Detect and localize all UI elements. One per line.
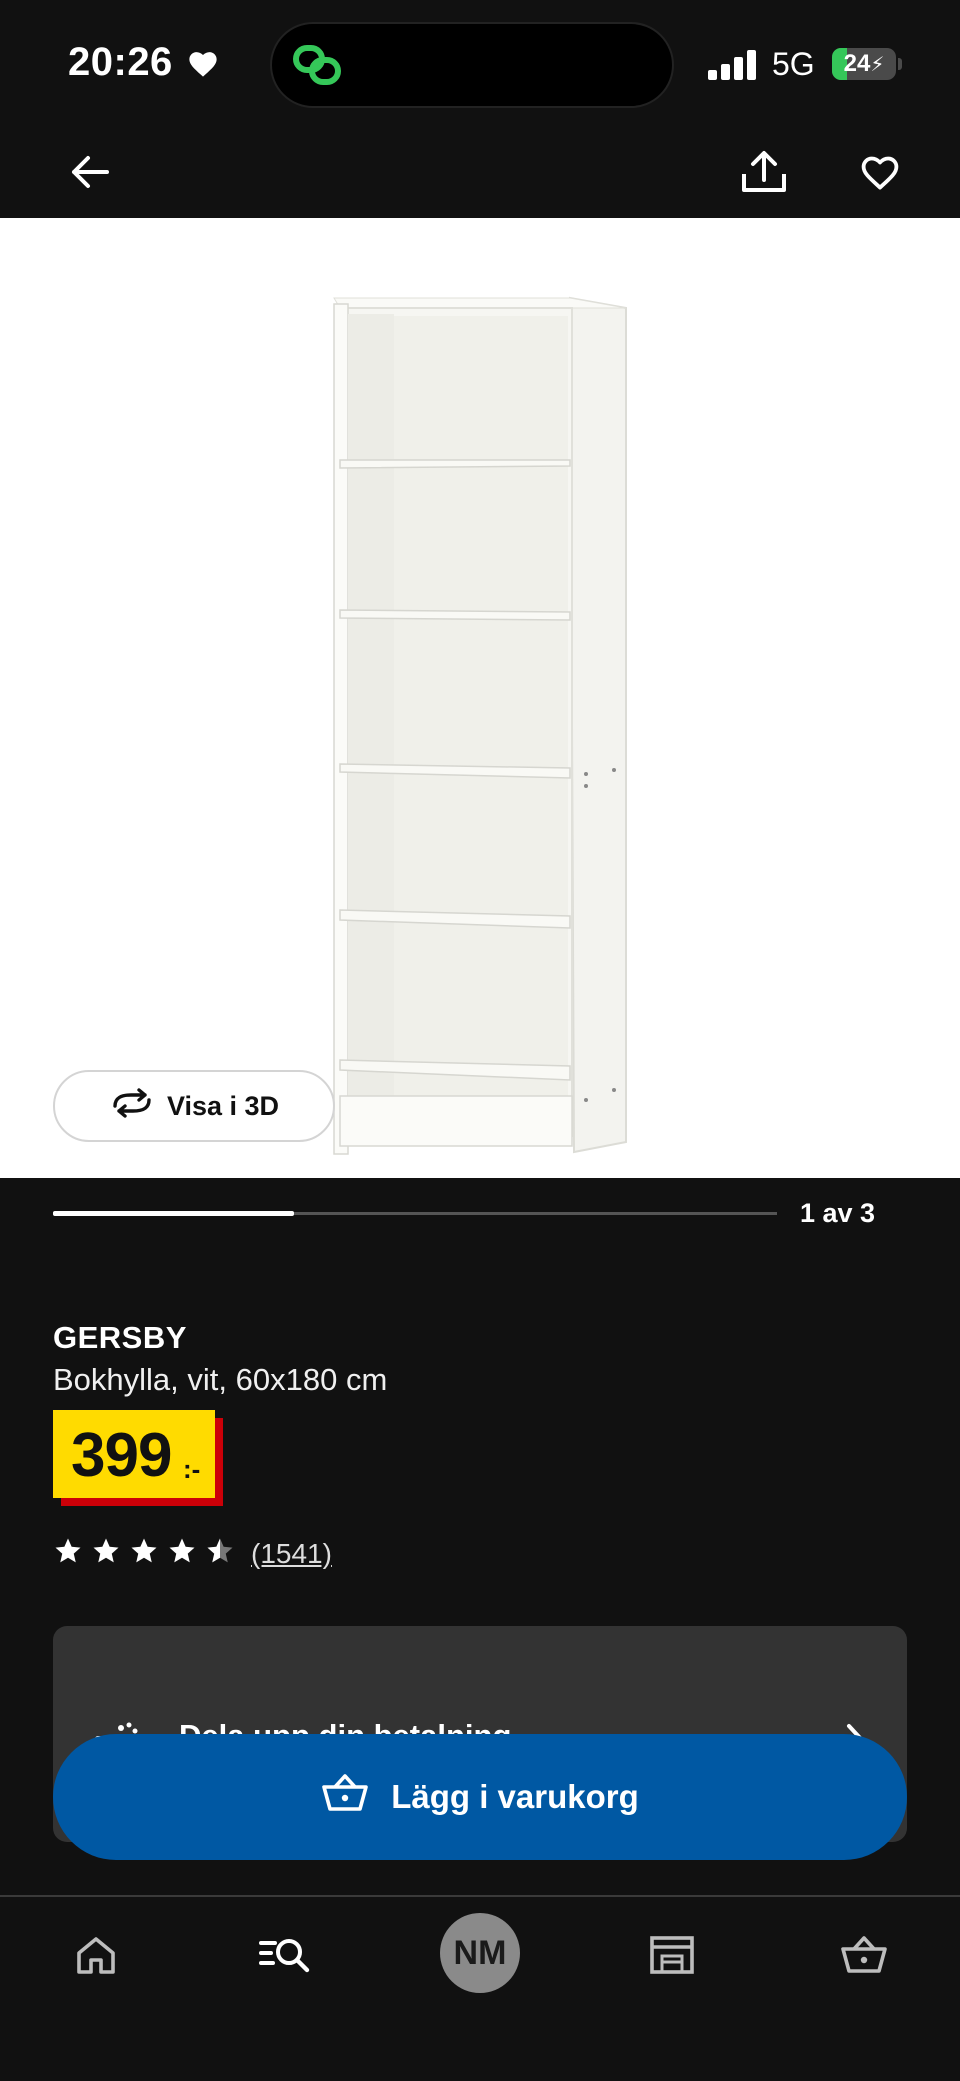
tab-stores[interactable] [632, 1917, 712, 1997]
network-type: 5G [772, 46, 815, 82]
share-icon [740, 150, 788, 199]
star-icon [129, 1536, 159, 1571]
star-icon [53, 1536, 83, 1571]
gallery-counter: 1 av 3 [800, 1198, 876, 1228]
tab-search[interactable] [246, 1917, 326, 1997]
battery-tip [898, 58, 902, 70]
arrow-left-icon [70, 154, 110, 195]
product-description: Bokhylla, vit, 60x180 cm [53, 1362, 388, 1397]
tab-home[interactable] [56, 1917, 136, 1997]
store-icon [648, 1934, 696, 1981]
rotate-3d-icon [109, 1087, 155, 1125]
add-to-cart-label: Lägg i varukorg [391, 1778, 639, 1815]
star-icon [91, 1536, 121, 1571]
price-suffix: :- [183, 1454, 201, 1484]
status-time: 20:26 [68, 40, 173, 84]
add-to-cart-button[interactable]: Lägg i varukorg [53, 1734, 907, 1860]
home-icon [75, 1935, 117, 1980]
product-image-gallery[interactable]: Visa i 3D [0, 218, 960, 1178]
gallery-progress-track [53, 1211, 777, 1216]
favorite-button[interactable] [850, 144, 910, 204]
view-in-3d-button[interactable]: Visa i 3D [53, 1070, 335, 1142]
price-tag-box: 399 :- [53, 1410, 215, 1498]
tab-profile-avatar[interactable]: NM [440, 1913, 520, 1993]
share-button[interactable] [734, 144, 794, 204]
back-button[interactable] [60, 144, 120, 204]
star-icon [167, 1536, 197, 1571]
search-icon [259, 1934, 313, 1981]
battery-icon: 24⚡ [832, 48, 896, 80]
link-icon [292, 42, 344, 93]
bottom-tab-bar: NM [0, 1897, 960, 2081]
star-half-icon [205, 1536, 235, 1571]
battery-level: 24⚡ [843, 50, 885, 77]
dynamic-island [270, 22, 674, 108]
shopping-basket-icon [321, 1773, 369, 1821]
price-tag: 399 :- [53, 1410, 223, 1508]
gallery-progress-fill [53, 1211, 295, 1216]
heart-outline-icon [859, 153, 901, 196]
cart-icon [840, 1935, 888, 1980]
price-value: 399 [71, 1421, 172, 1490]
product-name: GERSBY [53, 1320, 187, 1355]
product-image-bookshelf [333, 296, 627, 1155]
review-count-link[interactable]: (1541) [251, 1538, 332, 1570]
heart-filled-icon [186, 48, 220, 83]
view-in-3d-label: Visa i 3D [166, 1090, 280, 1121]
top-nav [0, 130, 960, 218]
tab-cart[interactable] [824, 1917, 904, 1997]
status-bar: 20:26 5G 24⚡ [0, 0, 960, 130]
cellular-signal-icon [708, 50, 758, 85]
product-rating[interactable]: (1541) [53, 1536, 332, 1571]
